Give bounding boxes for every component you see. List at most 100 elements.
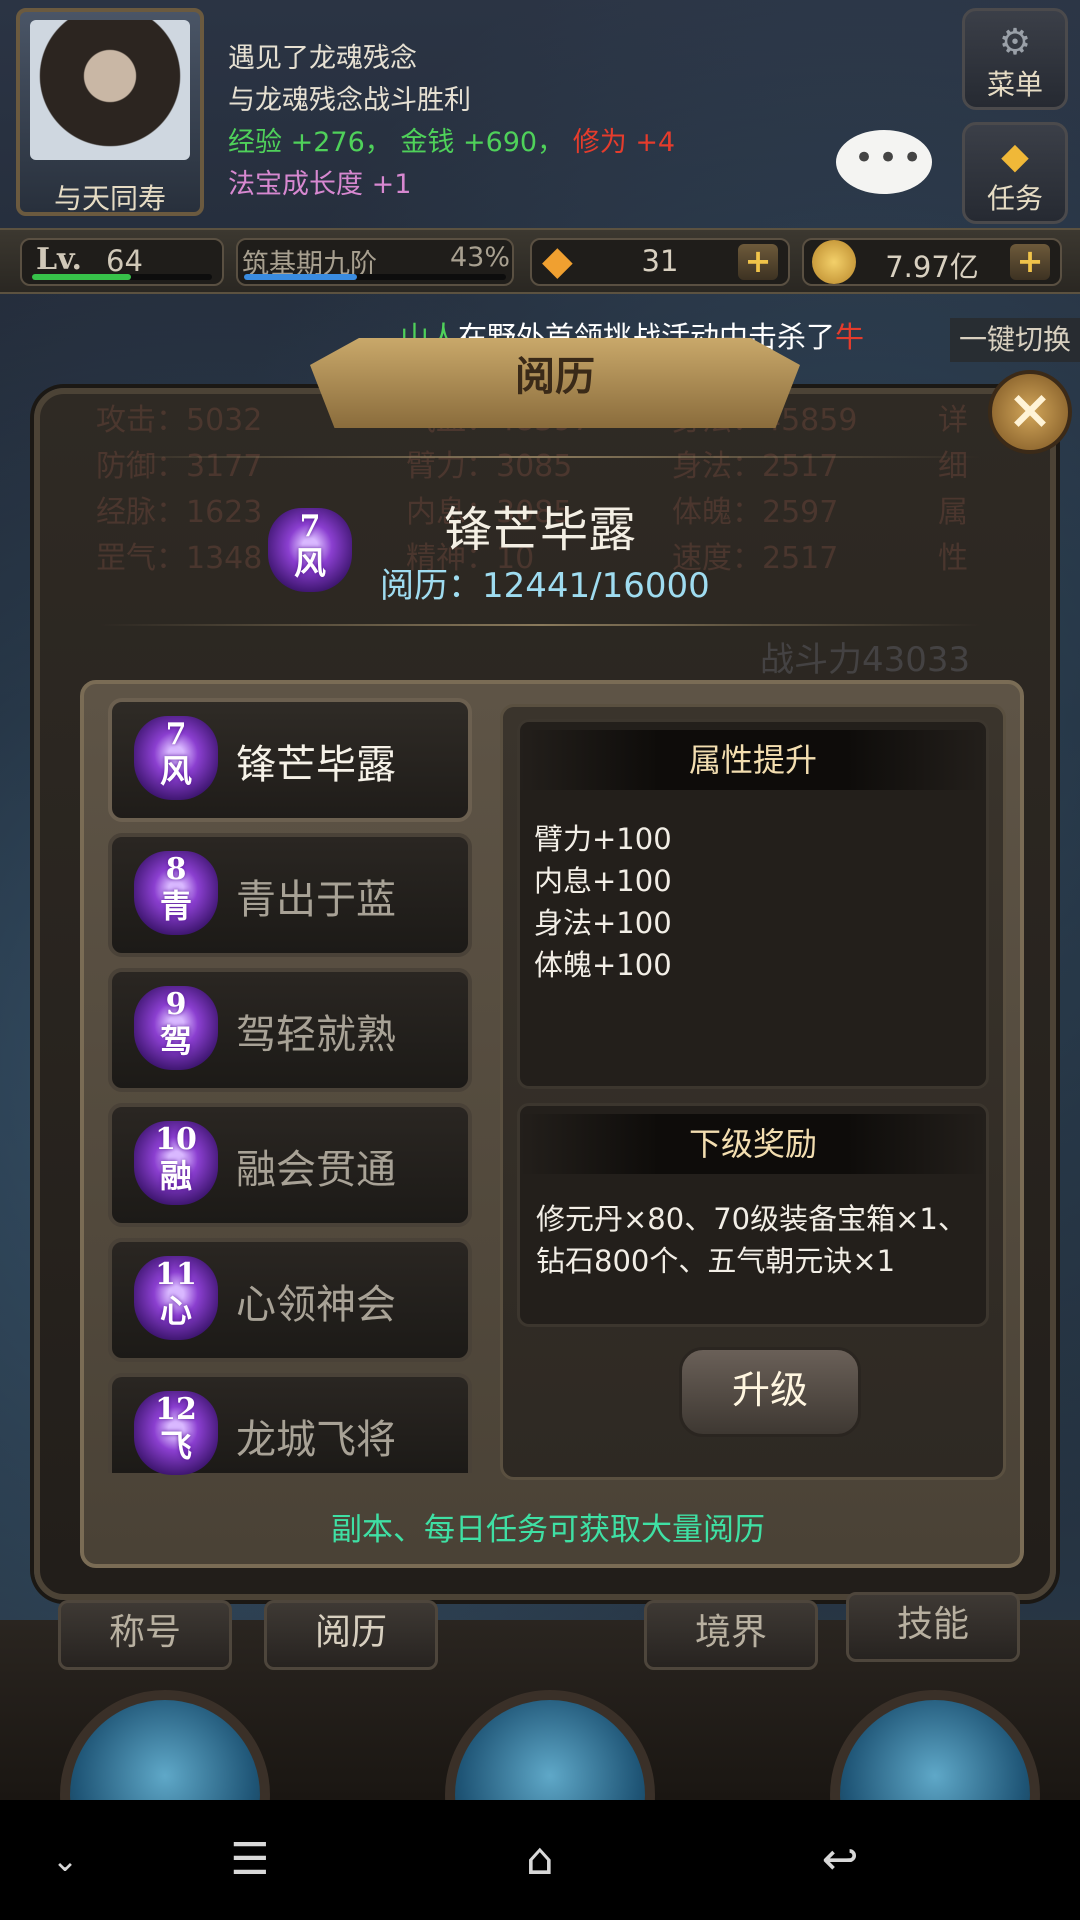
treasure-label: 法宝成长度 [228, 169, 363, 200]
reward-box-title: 下级奖励 [520, 1114, 986, 1174]
rank-list-item[interactable]: 12 飞 龙城飞将 [108, 1373, 472, 1475]
rank-char: 驾 [159, 1022, 192, 1060]
panel-title: 阅历 [515, 354, 595, 400]
ghost-stat: 身法：2517 [672, 449, 839, 484]
task-label: 任务 [986, 182, 1043, 215]
ghost-stat: 详 [938, 403, 968, 438]
log-line: 遇见了龙魂残念 [228, 43, 417, 74]
level-value: 64 [106, 244, 143, 278]
reward-box: 下级奖励 修元丹×80、70级装备宝箱×1、 钻石800个、五气朝元诀×1 [517, 1103, 989, 1327]
rank-list-item[interactable]: 11 心 心领神会 [108, 1238, 472, 1362]
chat-button[interactable]: ••• [836, 130, 932, 194]
menu-button[interactable]: ⚙ 菜单 [962, 8, 1068, 110]
attribute-lines: 臂力+100 内息+100 身法+100 体魄+100 [534, 818, 672, 986]
rank-list-item[interactable]: 7 风 锋芒毕露 [108, 698, 472, 822]
level-pill: Lv. 64 [20, 238, 224, 286]
menu-icon[interactable]: ☰ [220, 1830, 280, 1890]
rank-char: 飞 [159, 1427, 192, 1465]
reward-line: 钻石800个、五气朝元诀×1 [536, 1244, 896, 1278]
experience-label: 阅历： [380, 566, 482, 606]
task-button[interactable]: ◆ 任务 [962, 122, 1068, 224]
tab-title[interactable]: 称号 [58, 1600, 232, 1670]
realm-percent: 43% [450, 242, 511, 273]
broadcast-target: 牛 [835, 320, 865, 354]
tab-experience[interactable]: 阅历 [264, 1600, 438, 1670]
attribute-line: 体魄+100 [534, 948, 672, 982]
add-gem-button[interactable]: + [738, 244, 778, 280]
rank-list-item[interactable]: 9 驾 驾轻就熟 [108, 968, 472, 1092]
one-key-switch-button[interactable]: 一键切换 [950, 318, 1080, 362]
diamond-icon: ◆ [1001, 136, 1029, 177]
rank-number: 7 [299, 509, 321, 544]
rank-name: 青出于蓝 [236, 877, 396, 923]
money-gain: +690 [462, 127, 538, 158]
ghost-stat: 攻击：5032 [96, 403, 263, 438]
avatar-frame[interactable]: 与天同寿 [16, 8, 204, 216]
ghost-stat: 属 [938, 495, 968, 530]
chevron-down-icon[interactable]: ⌄ [40, 1830, 90, 1890]
rank-name: 心领神会 [236, 1282, 396, 1328]
treasure-gain: +1 [371, 169, 412, 200]
rank-list-item[interactable]: 8 青 青出于蓝 [108, 833, 472, 957]
level-exp-track [32, 274, 212, 280]
ghost-stat: 细 [938, 449, 968, 484]
rank-badge-icon: 11 心 [134, 1256, 218, 1340]
rank-number: 10 [155, 1122, 197, 1157]
rank-name: 驾轻就熟 [236, 1012, 396, 1058]
divider [100, 456, 980, 458]
realm-pill: 筑基期九阶 43% [236, 238, 514, 286]
detail-column: 属性提升 臂力+100 内息+100 身法+100 体魄+100 下级奖励 修元… [500, 704, 1006, 1480]
divider [100, 624, 980, 626]
reward-lines: 修元丹×80、70级装备宝箱×1、 钻石800个、五气朝元诀×1 [536, 1198, 967, 1282]
realm-track [244, 274, 506, 280]
rank-char: 风 [159, 752, 192, 790]
tab-realm[interactable]: 境界 [644, 1600, 818, 1670]
reward-line: 修元丹×80、70级装备宝箱×1、 [536, 1202, 967, 1236]
cultivation-gain: +4 [635, 127, 676, 158]
rank-badge-icon: 8 青 [134, 851, 218, 935]
reward-line: 经验 +276， 金钱 +690， 修为 +4 [228, 122, 928, 164]
background-combat-power: 战斗力43033 [760, 640, 971, 680]
exp-label: 经验 [228, 127, 282, 158]
attribute-box: 属性提升 臂力+100 内息+100 身法+100 体魄+100 [517, 719, 989, 1089]
avatar[interactable] [30, 20, 190, 160]
add-gold-button[interactable]: + [1010, 244, 1050, 280]
tab-skills[interactable]: 技能 [846, 1592, 1020, 1662]
ghost-row: 防御：3177 臂力：3085 身法：2517 细 [96, 444, 1016, 490]
attribute-line: 内息+100 [534, 864, 672, 898]
attribute-line: 身法+100 [534, 906, 672, 940]
ghost-stat: 经脉：1623 [96, 495, 263, 530]
home-icon[interactable]: ⌂ [510, 1830, 570, 1890]
rank-char: 融 [159, 1157, 192, 1195]
chat-dots: ••• [854, 138, 927, 178]
ghost-stat: 性 [938, 541, 968, 576]
attribute-line: 臂力+100 [534, 822, 672, 856]
close-button[interactable]: × [988, 370, 1072, 454]
rank-name: 锋芒毕露 [236, 742, 396, 788]
experience-value: 12441/16000 [482, 566, 710, 606]
realm-fill [244, 274, 357, 280]
attribute-box-title: 属性提升 [520, 730, 986, 790]
upgrade-button[interactable]: 升级 [679, 1347, 861, 1437]
hint-text: 副本、每日任务可获取大量阅历 [331, 1512, 765, 1548]
cultivation-label: 修为 [572, 127, 627, 158]
rank-number: 11 [155, 1257, 197, 1292]
rank-badge-icon: 9 驾 [134, 986, 218, 1070]
money-label: 金钱 [400, 127, 455, 158]
rank-list-item[interactable]: 10 融 融会贯通 [108, 1103, 472, 1227]
separator: ， [537, 127, 565, 158]
rank-badge-icon: 12 飞 [134, 1391, 218, 1475]
separator: ， [364, 127, 392, 158]
rank-badge-icon: 10 融 [134, 1121, 218, 1205]
stat-bar: Lv. 64 筑基期九阶 43% ◆ 31 + 7.97亿 + [0, 228, 1080, 294]
back-icon[interactable]: ↩ [810, 1830, 870, 1890]
rank-char: 风 [293, 544, 326, 582]
rank-badge-icon: 7 风 [134, 716, 218, 800]
treasure-line: 法宝成长度 +1 [228, 164, 928, 206]
rank-name: 龙城飞将 [236, 1417, 396, 1463]
exp-gain: +276 [290, 127, 365, 158]
menu-label: 菜单 [986, 68, 1043, 101]
event-log: 遇见了龙魂残念 与龙魂残念战斗胜利 经验 +276， 金钱 +690， 修为 +… [228, 38, 928, 206]
rank-number: 9 [165, 987, 187, 1022]
log-line: 与龙魂残念战斗胜利 [228, 85, 471, 116]
